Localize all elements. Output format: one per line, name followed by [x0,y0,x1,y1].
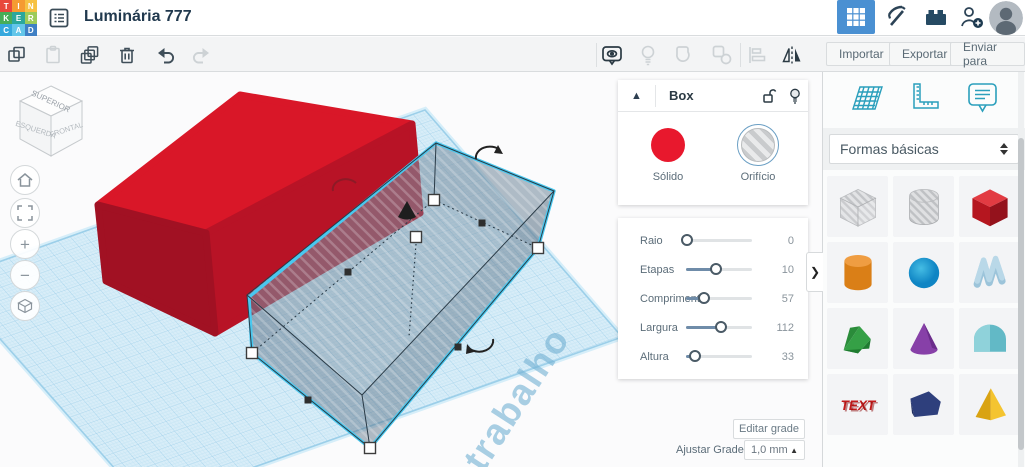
slider-thumb[interactable] [698,292,711,304]
shape-tile-pyramid[interactable] [959,374,1020,435]
hole-swatch-selected[interactable] [737,124,779,166]
slider-raio[interactable]: Raio 0 [640,226,796,255]
caret-up-icon: ▲ [790,445,798,455]
fit-view-button[interactable] [10,198,40,228]
sidebar-collapse-tab[interactable]: ❯ [806,252,823,292]
slider-thumb[interactable] [714,321,727,333]
brick-icon [926,10,946,25]
ungroup-button[interactable] [711,44,733,66]
shapes-sidebar: Formas básicas TEXT TEXT ❯ [806,72,1025,467]
slider-etapas[interactable]: Etapas 10 [640,255,796,284]
grid-blocks-icon [847,8,865,26]
minecraft-pickaxe-button[interactable] [880,0,916,34]
ruler-tool-icon[interactable] [905,79,943,122]
shape-tile-text[interactable]: TEXT TEXT [827,374,888,435]
edit-grid-button[interactable]: Editar grade [733,419,805,439]
brick-button[interactable] [920,0,952,34]
home-view-button[interactable] [10,165,40,195]
redo-button[interactable] [190,44,212,66]
mirror-button[interactable] [781,44,803,66]
shape-category-dropdown[interactable]: Formas básicas [829,134,1019,164]
import-button[interactable]: Importar [826,42,897,66]
material-solid[interactable]: Sólido [638,128,698,183]
shape-tile-polygon[interactable] [893,374,954,435]
person-add-icon [961,7,983,28]
lights-button[interactable] [637,44,659,66]
updown-caret-icon [1000,143,1008,155]
snap-grid-dropdown[interactable]: 1,0 mm ▲ [744,440,805,460]
shape-tile-hole-cylinder[interactable] [893,176,954,237]
unlock-icon[interactable] [756,88,782,104]
document-title[interactable]: Luminária 777 [84,8,192,26]
duplicate-button[interactable] [79,44,101,66]
logo-cell: E [12,12,25,24]
properties-list-button[interactable] [46,5,72,31]
show-all-button[interactable] [601,44,623,66]
shape-tile-roof[interactable] [827,308,888,369]
slider-thumb[interactable] [680,234,693,246]
tinkercad-app: trabalho T I N K E R C A D Luminária 777… [0,0,1025,467]
undo-button[interactable] [155,44,177,66]
copy-button[interactable] [6,44,28,66]
perspective-toggle-button[interactable] [10,291,40,321]
view-cube[interactable]: SUPERIOR ESQUERDA FRONTAL [10,80,92,166]
shape-parameters-panel: Raio 0 Etapas 10 Comprimento 57 Largura … [618,218,808,379]
align-button[interactable] [746,44,768,66]
send-to-button[interactable]: Enviar para [950,40,1025,68]
logo-cell: I [12,0,25,12]
hide-lightbulb-icon[interactable] [782,88,808,104]
snap-grid-label: Ajustar Grade [676,444,744,456]
delete-button[interactable] [116,44,138,66]
shape-name: Box [669,88,694,103]
notes-tool-icon[interactable] [962,79,1002,122]
shape-tile-box[interactable] [959,176,1020,237]
logo-cell: T [0,0,13,12]
sidebar-scrollbar[interactable] [1018,72,1024,467]
shape-tile-hole-box[interactable] [827,176,888,237]
shape-tile-round-roof[interactable] [959,308,1020,369]
shape-tile-scribble[interactable] [959,242,1020,303]
svg-text:TEXT: TEXT [842,399,878,414]
logo-cell: C [0,24,13,36]
inspector-panel: ▲ Box Sólido Orifício [618,80,808,205]
slider-comprimento[interactable]: Comprimento 57 [640,284,796,313]
tinkercad-logo[interactable]: TINKERCAD [0,0,37,36]
workplane-tool-icon[interactable] [846,78,886,123]
slider-altura[interactable]: Altura 33 [640,342,796,371]
slider-thumb[interactable] [689,350,702,362]
collapse-panel-button[interactable]: ▲ [618,90,655,102]
pickaxe-icon [887,5,906,26]
material-hole[interactable]: Orifício [728,124,788,183]
edit-toolbar: Importar Exportar Enviar para [0,37,1025,72]
avatar[interactable] [989,1,1023,35]
slider-largura[interactable]: Largura 112 [640,313,796,342]
slider-thumb[interactable] [710,263,723,275]
shape-tile-sphere[interactable] [893,242,954,303]
blocks-view-button[interactable] [837,0,875,34]
logo-cell: A [12,24,25,36]
logo-cell: K [0,12,13,24]
paste-button[interactable] [42,44,64,66]
shape-tile-cylinder[interactable] [827,242,888,303]
invite-person-button[interactable] [955,0,989,34]
zoom-out-button[interactable]: − [10,260,40,290]
logo-cell: D [24,24,37,36]
logo-cell: R [24,12,37,24]
shape-tile-cone[interactable] [893,308,954,369]
solid-color-swatch[interactable] [651,128,685,162]
zoom-in-button[interactable]: + [10,229,40,259]
group-button[interactable] [674,44,696,66]
logo-cell: N [24,0,37,12]
app-header: TINKERCAD Luminária 777 [0,0,1025,36]
